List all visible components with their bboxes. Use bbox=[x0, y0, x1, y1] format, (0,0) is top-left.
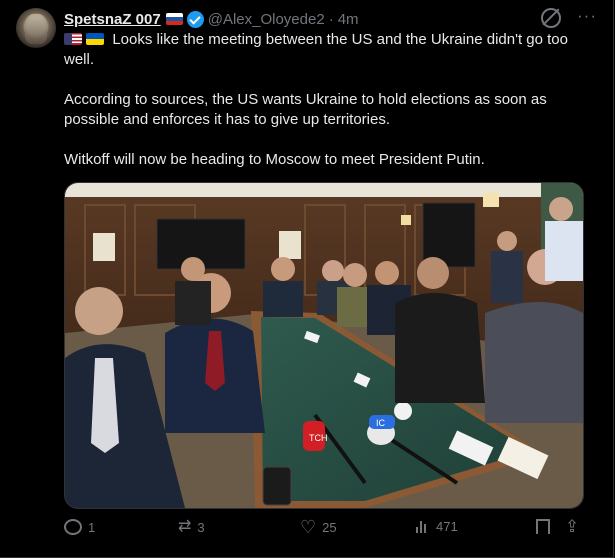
share-button[interactable]: ⇪ bbox=[565, 517, 580, 536]
avatar[interactable] bbox=[16, 8, 56, 48]
repost-count: 3 bbox=[197, 519, 205, 535]
more-icon[interactable]: ··· bbox=[577, 7, 597, 28]
tweet-paragraph-1: Looks like the meeting between the US an… bbox=[64, 30, 599, 70]
repost-icon: ⇄ bbox=[178, 518, 192, 535]
tweet-photo[interactable]: ТСН IC bbox=[64, 182, 584, 509]
dot-separator: · bbox=[328, 10, 334, 28]
views-count: 471 bbox=[436, 519, 458, 534]
tweet-text: Looks like the meeting between the US an… bbox=[64, 30, 599, 190]
like-count: 25 bbox=[322, 519, 337, 535]
repost-button[interactable]: ⇄ 3 bbox=[178, 519, 205, 535]
verified-badge-icon bbox=[186, 10, 204, 28]
heart-icon: ♡ bbox=[300, 517, 317, 537]
flag-ua-icon bbox=[86, 33, 105, 45]
tweet-paragraph-1-text: Looks like the meeting between the US an… bbox=[64, 31, 568, 68]
meeting-photo-illustration: ТСН IC bbox=[65, 183, 583, 508]
header-actions: ··· bbox=[541, 7, 597, 28]
tweet-actions: 1 ⇄ 3 ♡ 25 471 ⇪ bbox=[64, 517, 584, 541]
tweet-paragraph-3: Witkoff will now be heading to Moscow to… bbox=[64, 151, 485, 168]
reply-icon bbox=[64, 519, 82, 535]
flag-ru-icon bbox=[165, 13, 183, 25]
views-icon bbox=[416, 520, 430, 533]
grok-icon[interactable] bbox=[541, 8, 562, 28]
tweet-paragraph-2: According to sources, the US wants Ukrai… bbox=[64, 91, 547, 128]
mic-label-ic: IC bbox=[376, 418, 386, 428]
mic-label-tsn: ТСН bbox=[309, 433, 328, 443]
views-button[interactable]: 471 bbox=[416, 519, 458, 534]
handle[interactable]: @Alex_Oloyede2 bbox=[208, 11, 325, 28]
reply-button[interactable]: 1 bbox=[64, 519, 95, 535]
timestamp[interactable]: 4m bbox=[338, 11, 359, 28]
like-button[interactable]: ♡ 25 bbox=[300, 517, 337, 537]
share-icon: ⇪ bbox=[565, 517, 580, 536]
flag-us-icon bbox=[64, 33, 82, 45]
tweet-header: SpetsnaZ 007 @Alex_Oloyede2 · 4m bbox=[64, 8, 597, 30]
reply-count: 1 bbox=[88, 519, 96, 535]
bookmark-icon bbox=[536, 519, 550, 538]
tweet-container: SpetsnaZ 007 @Alex_Oloyede2 · 4m ··· Loo… bbox=[0, 0, 614, 558]
display-name[interactable]: SpetsnaZ 007 bbox=[64, 11, 161, 28]
bookmark-button[interactable] bbox=[536, 519, 550, 538]
